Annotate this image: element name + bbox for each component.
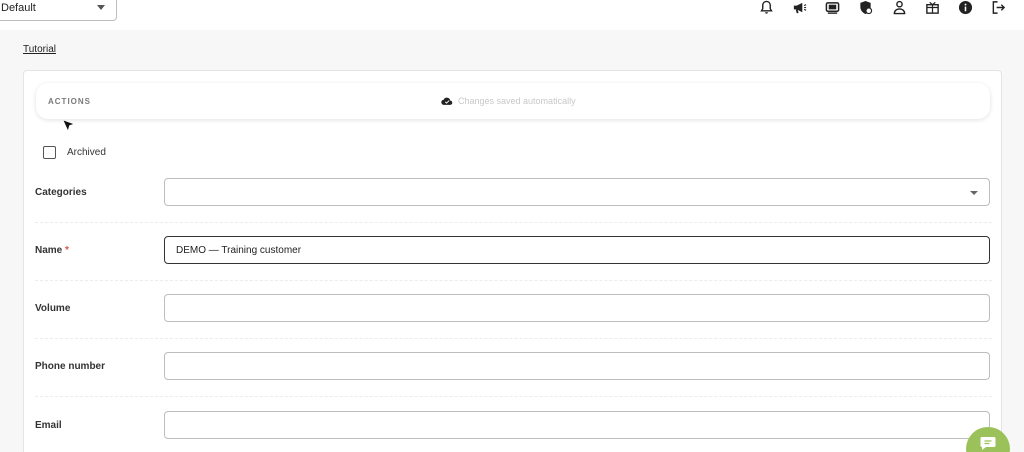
chevron-down-icon	[97, 5, 105, 10]
email-label: Email	[35, 420, 62, 431]
mouse-cursor-icon	[62, 119, 75, 132]
name-label-text: Name	[35, 245, 63, 256]
phone-label: Phone number	[35, 361, 106, 372]
phone-input[interactable]	[164, 352, 990, 380]
chat-icon	[980, 437, 996, 450]
cloud-check-icon	[441, 97, 453, 105]
actions-menu[interactable]: ACTIONS	[48, 97, 91, 106]
email-row: Email	[24, 398, 1003, 452]
name-input[interactable]: DEMO — Training customer	[164, 236, 990, 264]
logout-icon[interactable]	[990, 0, 1006, 14]
name-label: Name *	[35, 245, 69, 256]
categories-row: Categories	[24, 165, 1003, 223]
phone-row: Phone number	[24, 339, 1003, 397]
save-status: Changes saved automatically	[441, 96, 576, 106]
tutorial-link[interactable]: Tutorial	[23, 44, 56, 55]
gift-icon[interactable]	[924, 0, 940, 14]
bell-icon[interactable]	[758, 0, 774, 14]
environment-select-value: Default	[1, 1, 36, 14]
info-icon[interactable]	[957, 0, 973, 14]
archived-label: Archived	[67, 147, 106, 158]
divider	[35, 396, 992, 397]
name-input-value: DEMO — Training customer	[176, 244, 302, 256]
actions-bar: ACTIONS Changes saved automatically	[36, 83, 990, 119]
shield-icon[interactable]	[857, 0, 873, 14]
user-icon[interactable]	[891, 0, 907, 14]
volume-input[interactable]	[164, 294, 990, 322]
money-icon[interactable]	[824, 0, 840, 14]
volume-row: Volume	[24, 281, 1003, 339]
archived-option: Archived	[43, 146, 106, 159]
name-row: Name * DEMO — Training customer	[24, 223, 1003, 281]
required-mark: *	[65, 245, 69, 256]
chevron-down-icon	[970, 191, 978, 195]
categories-select[interactable]	[164, 178, 990, 206]
megaphone-icon[interactable]	[791, 0, 807, 14]
categories-label: Categories	[35, 187, 87, 198]
archived-checkbox[interactable]	[43, 146, 56, 159]
top-bar: Default	[0, 0, 1024, 30]
email-input[interactable]	[164, 411, 990, 439]
customer-form-card: ACTIONS Changes saved automatically Arch…	[23, 70, 1002, 452]
environment-select[interactable]: Default	[0, 0, 117, 21]
volume-label: Volume	[35, 303, 71, 314]
save-status-text: Changes saved automatically	[458, 96, 576, 106]
